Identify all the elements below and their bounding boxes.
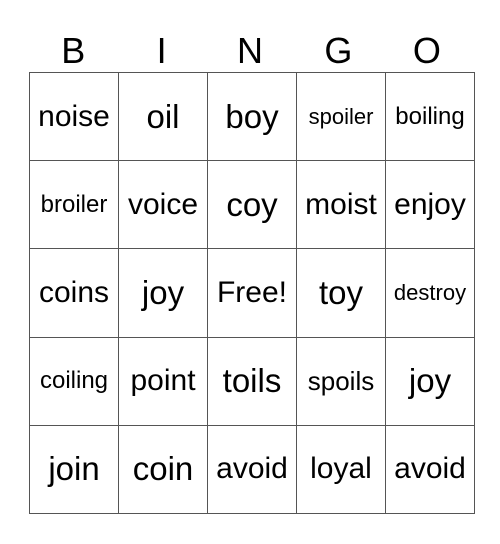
grid-row: noise oil boy spoiler boiling (29, 71, 475, 162)
grid-row: coins joy Free! toy destroy (29, 248, 475, 338)
bingo-cell[interactable]: coin (118, 424, 208, 515)
bingo-grid: noise oil boy spoiler boiling broiler vo… (29, 71, 475, 515)
bingo-cell[interactable]: avoid (207, 424, 297, 515)
bingo-cell[interactable]: coiling (29, 336, 119, 426)
bingo-cell[interactable]: joy (118, 248, 208, 338)
bingo-cell[interactable]: join (29, 424, 119, 515)
grid-row: broiler voice coy moist enjoy (29, 160, 475, 250)
bingo-cell[interactable]: boiling (385, 71, 475, 162)
bingo-cell[interactable]: boy (207, 71, 297, 162)
bingo-cell[interactable]: toy (296, 248, 386, 338)
header-letter-g: G (324, 30, 353, 71)
grid-row: join coin avoid loyal avoid (29, 424, 475, 515)
bingo-cell[interactable]: enjoy (385, 160, 475, 250)
bingo-cell[interactable]: noise (29, 71, 119, 162)
bingo-cell[interactable]: voice (118, 160, 208, 250)
bingo-cell[interactable]: avoid (385, 424, 475, 515)
bingo-cell[interactable]: moist (296, 160, 386, 250)
bingo-cell[interactable]: broiler (29, 160, 119, 250)
free-space-cell[interactable]: Free! (207, 248, 297, 338)
header-letter-b: B (61, 30, 86, 71)
bingo-cell[interactable]: oil (118, 71, 208, 162)
bingo-cell[interactable]: joy (385, 336, 475, 426)
bingo-cell[interactable]: coins (29, 248, 119, 338)
grid-row: coiling point toils spoils joy (29, 336, 475, 426)
bingo-cell[interactable]: coy (207, 160, 297, 250)
bingo-cell[interactable]: spoiler (296, 71, 386, 162)
bingo-cell[interactable]: toils (207, 336, 297, 426)
header-letter-i: I (156, 30, 167, 71)
bingo-cell[interactable]: loyal (296, 424, 386, 515)
bingo-cell[interactable]: spoils (296, 336, 386, 426)
bingo-header: B I N G O (29, 30, 471, 72)
header-letter-n: N (237, 30, 264, 71)
bingo-cell[interactable]: point (118, 336, 208, 426)
header-letter-o: O (412, 30, 441, 71)
bingo-cell[interactable]: destroy (385, 248, 475, 338)
